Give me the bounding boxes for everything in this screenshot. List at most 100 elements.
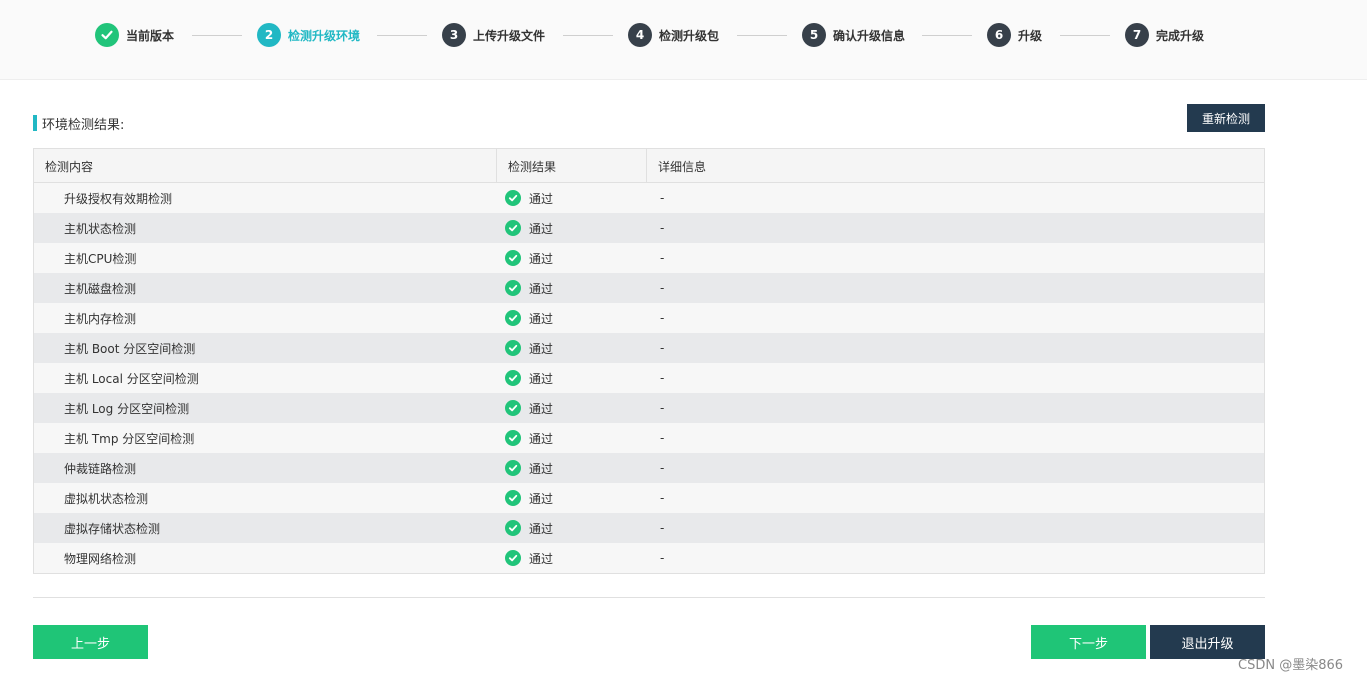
check-result: 通过 xyxy=(497,273,647,303)
detail-info: - xyxy=(660,431,665,445)
step-number: 4 xyxy=(628,23,652,47)
result-text: 通过 xyxy=(529,341,554,356)
table-row: 主机CPU检测 通过 - xyxy=(34,243,1264,273)
detail-info: - xyxy=(660,191,665,205)
table-row: 主机状态检测 通过 - xyxy=(34,213,1264,243)
check-result: 通过 xyxy=(497,363,647,393)
step-label: 当前版本 xyxy=(126,28,175,43)
step-number: 6 xyxy=(987,23,1011,47)
check-result: 通过 xyxy=(497,303,647,333)
detail-info: - xyxy=(660,401,665,415)
table-row: 物理网络检测 通过 - xyxy=(34,543,1264,573)
check-item: 仲裁链路检测 xyxy=(64,461,137,476)
check-item: 主机 Tmp 分区空间检测 xyxy=(64,431,195,446)
table-row: 虚拟机状态检测 通过 - xyxy=(34,483,1264,513)
check-result: 通过 xyxy=(497,393,647,423)
step-connector xyxy=(192,35,242,36)
check-circle-icon xyxy=(505,220,521,236)
check-result: 通过 xyxy=(497,213,647,243)
divider xyxy=(33,597,1265,598)
column-header-item: 检测内容 xyxy=(34,149,497,183)
check-result: 通过 xyxy=(497,183,647,213)
result-text: 通过 xyxy=(529,461,554,476)
check-result: 通过 xyxy=(497,543,647,573)
step-check-package: 4 检测升级包 xyxy=(628,23,719,47)
detail-info: - xyxy=(660,491,665,505)
result-text: 通过 xyxy=(529,281,554,296)
section-header: 环境检测结果: xyxy=(33,114,125,133)
check-item: 虚拟机状态检测 xyxy=(64,491,149,506)
check-circle-icon xyxy=(505,430,521,446)
check-item: 主机 Local 分区空间检测 xyxy=(64,371,199,386)
table-body: 升级授权有效期检测 通过 - 主机状态检测 通过 - 主机CPU检测 通过 - 主机磁盘检测 通过 -… xyxy=(34,183,1264,573)
step-number: 7 xyxy=(1125,23,1149,47)
detail-info: - xyxy=(660,371,665,385)
step-number: 3 xyxy=(442,23,466,47)
step-upgrade: 6 升级 xyxy=(987,23,1042,47)
table-row: 主机内存检测 通过 - xyxy=(34,303,1264,333)
check-circle-icon xyxy=(505,310,521,326)
step-connector xyxy=(737,35,787,36)
result-text: 通过 xyxy=(529,221,554,236)
result-text: 通过 xyxy=(529,491,554,506)
check-circle-icon xyxy=(505,280,521,296)
check-item: 主机状态检测 xyxy=(64,221,137,236)
detail-info: - xyxy=(660,461,665,475)
check-result: 通过 xyxy=(497,483,647,513)
recheck-button[interactable]: 重新检测 xyxy=(1187,104,1265,132)
check-result: 通过 xyxy=(497,333,647,363)
detail-info: - xyxy=(660,341,665,355)
check-item: 主机 Boot 分区空间检测 xyxy=(64,341,196,356)
step-complete: 7 完成升级 xyxy=(1125,23,1204,47)
table-row: 主机 Log 分区空间检测 通过 - xyxy=(34,393,1264,423)
check-circle-icon xyxy=(505,250,521,266)
step-check-environment: 2 检测升级环境 xyxy=(257,23,360,47)
step-connector xyxy=(922,35,972,36)
check-circle-icon xyxy=(505,190,521,206)
table-row: 主机 Tmp 分区空间检测 通过 - xyxy=(34,423,1264,453)
result-text: 通过 xyxy=(529,431,554,446)
detail-info: - xyxy=(660,221,665,235)
detail-info: - xyxy=(660,311,665,325)
check-result: 通过 xyxy=(497,423,647,453)
step-label: 检测升级包 xyxy=(659,28,720,43)
previous-step-button[interactable]: 上一步 xyxy=(33,625,148,659)
check-icon xyxy=(95,23,119,47)
result-text: 通过 xyxy=(529,371,554,386)
step-connector xyxy=(377,35,427,36)
step-connector xyxy=(563,35,613,36)
check-circle-icon xyxy=(505,370,521,386)
check-result: 通过 xyxy=(497,513,647,543)
table-row: 主机 Boot 分区空间检测 通过 - xyxy=(34,333,1264,363)
check-circle-icon xyxy=(505,460,521,476)
watermark: CSDN @墨染866 xyxy=(1238,658,1344,673)
check-circle-icon xyxy=(505,490,521,506)
step-upload-file: 3 上传升级文件 xyxy=(442,23,545,47)
result-text: 通过 xyxy=(529,551,554,566)
column-header-result: 检测结果 xyxy=(497,149,647,183)
check-item: 物理网络检测 xyxy=(64,551,137,566)
table-header: 检测内容 检测结果 详细信息 xyxy=(34,149,1264,183)
check-results-table: 检测内容 检测结果 详细信息 升级授权有效期检测 通过 - 主机状态检测 通过 - 主机CP… xyxy=(33,148,1265,574)
next-step-button[interactable]: 下一步 xyxy=(1031,625,1146,659)
detail-info: - xyxy=(660,281,665,295)
step-connector xyxy=(1060,35,1110,36)
step-label: 升级 xyxy=(1018,28,1043,43)
section-title: 环境检测结果: xyxy=(42,117,125,133)
check-item: 升级授权有效期检测 xyxy=(64,191,173,206)
check-item: 主机 Log 分区空间检测 xyxy=(64,401,190,416)
step-label: 完成升级 xyxy=(1156,28,1205,43)
result-text: 通过 xyxy=(529,251,554,266)
step-number: 5 xyxy=(802,23,826,47)
check-result: 通过 xyxy=(497,453,647,483)
step-confirm-info: 5 确认升级信息 xyxy=(802,23,905,47)
table-row: 主机磁盘检测 通过 - xyxy=(34,273,1264,303)
check-circle-icon xyxy=(505,340,521,356)
check-circle-icon xyxy=(505,400,521,416)
detail-info: - xyxy=(660,251,665,265)
table-row: 仲裁链路检测 通过 - xyxy=(34,453,1264,483)
step-label: 检测升级环境 xyxy=(288,28,361,43)
step-number: 2 xyxy=(257,23,281,47)
column-header-detail: 详细信息 xyxy=(658,159,707,174)
check-result: 通过 xyxy=(497,243,647,273)
